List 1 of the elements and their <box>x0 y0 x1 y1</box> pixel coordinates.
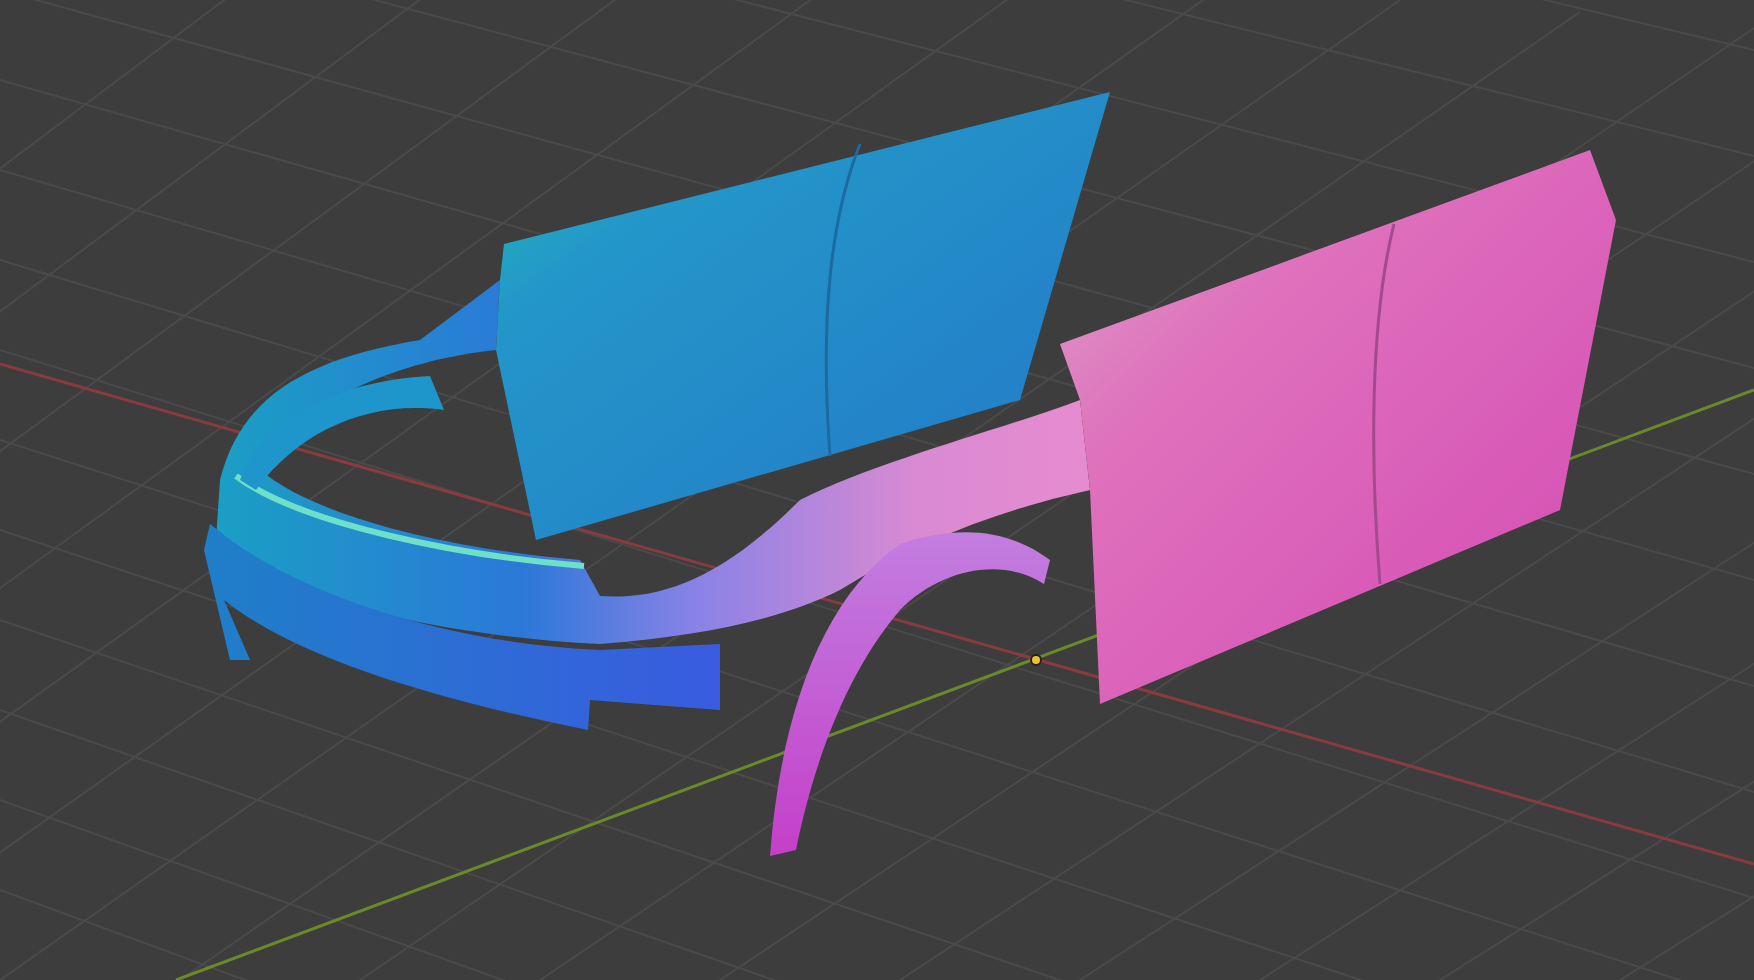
3d-viewport[interactable] <box>0 0 1754 980</box>
